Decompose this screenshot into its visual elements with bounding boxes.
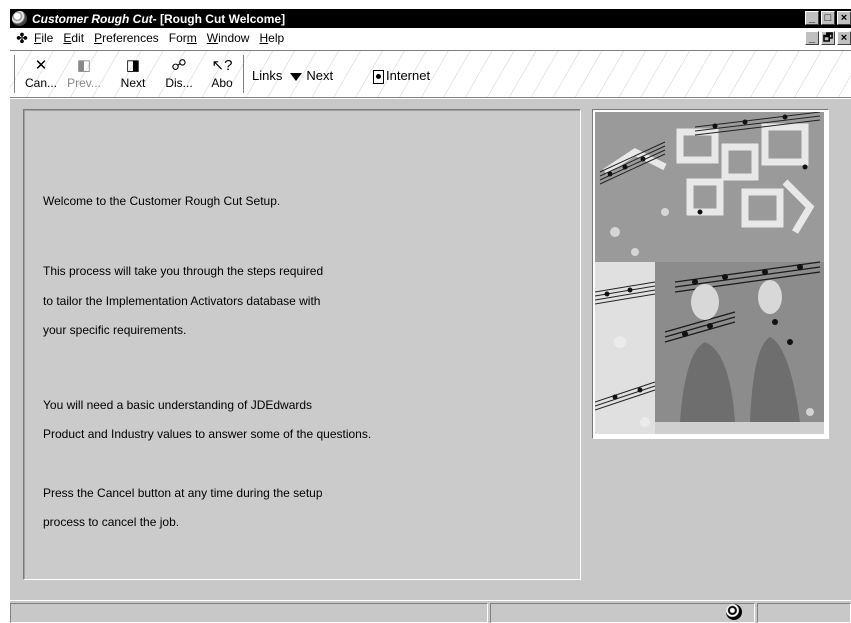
internet-label: Internet xyxy=(386,68,431,83)
cancel-icon: ✕ xyxy=(34,57,48,74)
window-title-form: - [Rough Cut Welcome] xyxy=(152,11,286,26)
about-label: Abo xyxy=(211,76,233,90)
maximize-button[interactable]: □ xyxy=(821,11,835,25)
mdi-minimize-button[interactable]: _ xyxy=(805,31,819,45)
previous-label: Prev... xyxy=(67,76,101,90)
form-client-area: Welcome to the Customer Rough Cut Setup.… xyxy=(10,99,851,600)
welcome-text-line-2: This process will take you through the s… xyxy=(43,264,324,278)
app-icon[interactable] xyxy=(12,11,27,26)
toolbar-grip xyxy=(14,55,17,93)
close-button[interactable]: × xyxy=(837,11,851,25)
mdi-restore-button[interactable]: 🗗 xyxy=(821,31,835,45)
welcome-text-line-5: You will need a basic understanding of J… xyxy=(43,398,313,412)
previous-icon: ◧ xyxy=(76,57,92,74)
menu-form[interactable]: Form xyxy=(169,31,197,45)
menu-file[interactable]: File xyxy=(34,31,53,45)
welcome-text-line-4: your specific requirements. xyxy=(43,323,187,337)
next-icon: ◨ xyxy=(125,57,141,74)
window-title: Customer Rough Cut- [Rough Cut Welcome] xyxy=(32,12,285,26)
internet-icon xyxy=(373,69,384,84)
welcome-text-line-6: Product and Industry values to answer so… xyxy=(43,427,372,441)
title-bar: Customer Rough Cut- [Rough Cut Welcome] … xyxy=(10,9,851,28)
menu-help[interactable]: Help xyxy=(259,31,284,45)
toolbar: ✕ Can... ◧ Prev... ◨ Next ☍ Dis... ↖? Ab… xyxy=(10,50,851,98)
mdi-close-button[interactable]: × xyxy=(837,31,851,45)
next-label: Next xyxy=(120,76,146,90)
mdi-window-controls: _ 🗗 × xyxy=(805,31,851,45)
previous-button[interactable]: ◧ Prev... xyxy=(64,57,104,93)
menu-window-accel: W xyxy=(206,31,219,45)
menu-help-accel: H xyxy=(259,31,269,45)
display-button[interactable]: ☍ Dis... xyxy=(160,57,198,93)
menu-preferences-accel: P xyxy=(94,31,103,45)
cancel-button[interactable]: ✕ Can... xyxy=(22,57,60,93)
links-next-label: Next xyxy=(306,68,334,83)
cancel-label: Can... xyxy=(24,76,57,90)
status-segment-3 xyxy=(757,603,851,623)
welcome-text-line-7: Press the Cancel button at any time duri… xyxy=(43,486,323,500)
welcome-text-line-8: process to cancel the job. xyxy=(43,515,180,529)
menu-preferences[interactable]: Preferences xyxy=(94,31,159,45)
globe-icon xyxy=(726,604,742,620)
menu-file-accel: F xyxy=(34,31,42,45)
display-icon: ☍ xyxy=(171,57,187,74)
menu-edit-accel: E xyxy=(63,31,72,45)
welcome-panel: Welcome to the Customer Rough Cut Setup.… xyxy=(23,109,581,580)
menu-bar: ✤ File Edit Preferences Form Window Help… xyxy=(10,28,851,48)
toolbar-separator xyxy=(243,55,246,93)
window-title-app: Customer Rough Cut xyxy=(32,11,153,26)
status-segment-2 xyxy=(490,603,755,623)
status-bar xyxy=(10,600,851,623)
window-controls: _ □ × xyxy=(805,11,851,25)
minimize-button[interactable]: _ xyxy=(805,11,819,25)
form-system-icon[interactable]: ✤ xyxy=(14,30,30,46)
welcome-text-line-1: Welcome to the Customer Rough Cut Setup. xyxy=(43,194,281,208)
menu-form-accel: m xyxy=(186,31,197,45)
status-segment-1 xyxy=(10,603,488,623)
welcome-text-line-3: to tailor the Implementation Activators … xyxy=(43,294,321,308)
dropdown-triangle-icon xyxy=(290,72,303,81)
welcome-picture xyxy=(592,109,829,439)
about-button[interactable]: ↖? Abo xyxy=(204,57,240,93)
sheet-music-collage-image xyxy=(595,112,824,434)
next-button[interactable]: ◨ Next xyxy=(114,57,152,93)
menu-window[interactable]: Window xyxy=(207,31,250,45)
menu-edit[interactable]: Edit xyxy=(63,31,84,45)
display-label: Dis... xyxy=(165,76,193,90)
links-label: Links xyxy=(252,68,283,83)
internet-button[interactable]: Internet xyxy=(373,68,430,84)
help-pointer-icon: ↖? xyxy=(211,57,233,74)
links-menu[interactable]: Links Next xyxy=(252,68,333,83)
